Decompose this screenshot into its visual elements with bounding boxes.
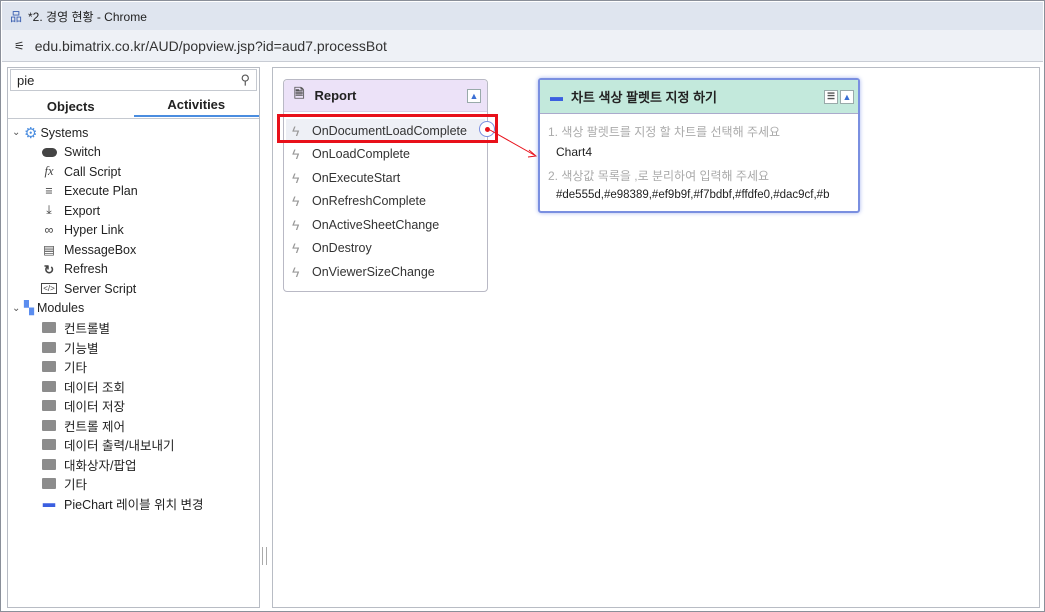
node-title: 차트 색상 팔렛트 지정 하기	[571, 90, 718, 105]
prompt-2: 2. 색상값 목록을 ,로 분리하여 입력해 주세요	[548, 169, 770, 183]
chart-palette-node[interactable]: ▬ 차트 색상 팔렛트 지정 하기 ☰ ▲ 1. 색상 팔렛트를 지정 할 차트를 선…	[538, 78, 860, 213]
prompt-1: 1. 색상 팔렛트를 지정 할 차트를 선택해 주세요	[548, 125, 781, 139]
block-icon: ▬	[550, 89, 563, 104]
chart-select-value[interactable]: Chart4	[556, 145, 592, 159]
connection-arrow	[489, 129, 538, 158]
color-list-input[interactable]: #de555d,#e98389,#ef9b9f,#f7bdbf,#ffdfe0,…	[556, 189, 856, 201]
list-icon[interactable]: ☰	[824, 89, 838, 104]
collapse-button[interactable]: ▲	[840, 89, 854, 104]
